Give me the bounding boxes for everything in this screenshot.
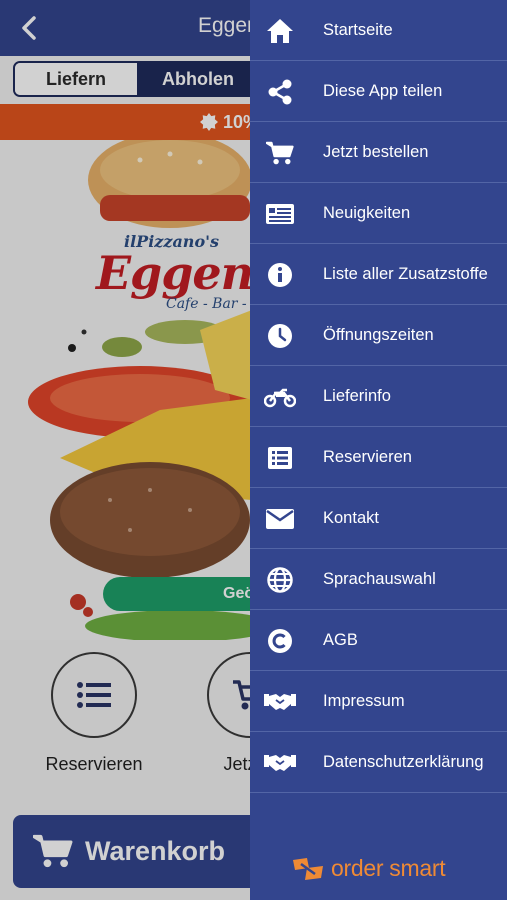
menu-label: Datenschutzerklärung: [323, 753, 484, 771]
menu-label: Kontakt: [323, 509, 379, 527]
menu-label: Liste aller Zusatzstoffe: [323, 265, 488, 283]
menu-label: Diese App teilen: [323, 82, 443, 100]
handshake-icon: [264, 694, 296, 710]
share-icon: [268, 79, 292, 105]
menu-label: Reservieren: [323, 448, 412, 466]
menu-item-startseite[interactable]: Startseite: [250, 0, 507, 61]
menu-item-terms[interactable]: AGB: [250, 610, 507, 671]
menu-item-additives[interactable]: Liste aller Zusatzstoffe: [250, 244, 507, 305]
menu-item-contact[interactable]: Kontakt: [250, 488, 507, 549]
menu-item-order-now[interactable]: Jetzt bestellen: [250, 122, 507, 183]
menu-item-privacy[interactable]: Datenschutzerklärung: [250, 732, 507, 793]
handshake-icon: [264, 755, 296, 771]
menu-item-share[interactable]: Diese App teilen: [250, 61, 507, 122]
navigation-drawer: Startseite Diese App teilen Jetzt bestel…: [250, 0, 507, 900]
clock-icon: [268, 324, 292, 348]
menu-label: Startseite: [323, 21, 393, 39]
menu-label: Öffnungszeiten: [323, 326, 434, 344]
brand-text: order smart: [331, 855, 446, 881]
news-icon: [266, 204, 294, 224]
copyright-icon: [268, 629, 292, 653]
motorbike-icon: [264, 388, 296, 408]
menu-label: Neuigkeiten: [323, 204, 411, 222]
menu-item-imprint[interactable]: Impressum: [250, 671, 507, 732]
brand-logo[interactable]: order smart: [291, 855, 446, 882]
info-icon: [268, 263, 292, 287]
menu-label: Impressum: [323, 692, 405, 710]
ordersmart-logo-icon: [293, 857, 323, 880]
globe-icon: [267, 567, 293, 593]
menu-item-reserve[interactable]: Reservieren: [250, 427, 507, 488]
home-icon: [267, 19, 293, 43]
menu-item-opening-hours[interactable]: Öffnungszeiten: [250, 305, 507, 366]
menu-item-news[interactable]: Neuigkeiten: [250, 183, 507, 244]
menu-label: Sprachauswahl: [323, 570, 436, 588]
cart-icon: [266, 141, 294, 165]
menu-label: Jetzt bestellen: [323, 143, 429, 161]
list-icon: [268, 447, 292, 469]
menu-item-delivery-info[interactable]: Lieferinfo: [250, 366, 507, 427]
envelope-icon: [266, 509, 294, 529]
menu-label: Lieferinfo: [323, 387, 391, 405]
menu-label: AGB: [323, 631, 358, 649]
menu-item-language[interactable]: Sprachauswahl: [250, 549, 507, 610]
